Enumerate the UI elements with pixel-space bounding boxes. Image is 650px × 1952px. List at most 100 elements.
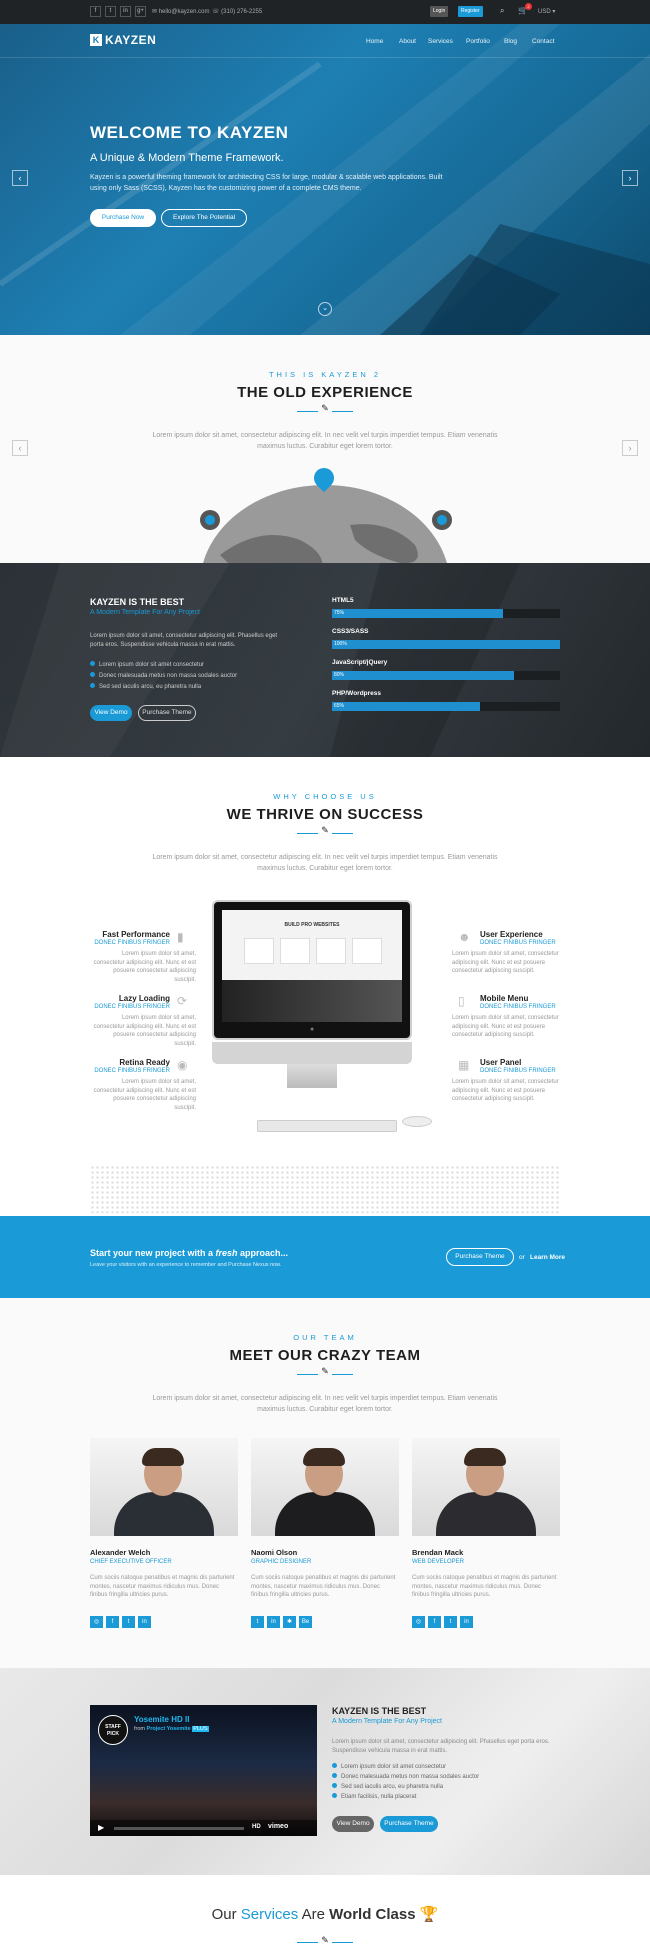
video-player[interactable]: STAFF PICK Yosemite HD II from Project Y…: [90, 1705, 317, 1836]
social-button[interactable]: in: [460, 1616, 473, 1628]
social-button[interactable]: ✱: [283, 1616, 296, 1628]
skill-bar-track: 100%: [332, 640, 560, 649]
nav-link-blog[interactable]: Blog: [504, 38, 517, 45]
vimeo-logo[interactable]: vimeo: [268, 1823, 288, 1830]
slider-next-arrow[interactable]: ›: [622, 440, 638, 456]
video-list-item: Sed sed iaculis arcu, eu pharetra nulla: [332, 1783, 562, 1790]
social-button[interactable]: f: [106, 1616, 119, 1628]
facebook-icon[interactable]: f: [90, 6, 101, 17]
scroll-down-icon[interactable]: ⌄: [318, 302, 332, 316]
services-title: Our Services Are World Class 🏆: [211, 1906, 439, 1923]
view-demo-button[interactable]: View Demo: [90, 705, 132, 721]
nav-link-home[interactable]: Home: [366, 38, 383, 45]
cta-title: Start your new project with a fresh appr…: [90, 1248, 289, 1258]
google-plus-icon[interactable]: g+: [135, 6, 146, 17]
social-button[interactable]: Be: [299, 1616, 312, 1628]
check-icon: [332, 1783, 337, 1788]
imac-chin: [212, 1042, 412, 1064]
check-icon: [332, 1793, 337, 1798]
hero-subtitle: A Unique & Modern Theme Framework.: [90, 152, 284, 164]
video-purchase-button[interactable]: Purchase Theme: [380, 1816, 438, 1832]
social-button[interactable]: in: [138, 1616, 151, 1628]
video-author[interactable]: Project Yosemite: [147, 1726, 191, 1732]
nav-link-about[interactable]: About: [399, 38, 416, 45]
cta-purchase-button[interactable]: Purchase Theme: [446, 1248, 514, 1266]
skills-background-art: [0, 563, 520, 757]
feature-text: Lorem ipsum dolor sit amet, consectetur …: [452, 1079, 559, 1102]
search-icon[interactable]: ⌕: [500, 6, 504, 16]
social-button[interactable]: in: [267, 1616, 280, 1628]
cta-title-emphasis: fresh: [215, 1248, 238, 1258]
login-button[interactable]: Login: [430, 6, 449, 17]
social-button[interactable]: t: [122, 1616, 135, 1628]
staff-pick-badge: STAFF PICK: [98, 1715, 128, 1745]
nav-link-portfolio[interactable]: Portfolio: [466, 38, 490, 45]
currency-value: USD: [538, 9, 551, 15]
play-icon[interactable]: ▶: [98, 1823, 104, 1832]
logo-text[interactable]: KAYZEN: [105, 33, 156, 47]
keyboard-graphic: [257, 1120, 397, 1132]
feature-text: Lorem ipsum dolor sit amet, consectetur …: [452, 951, 559, 974]
old-experience-lead: Lorem ipsum dolor sit amet, consectetur …: [152, 432, 498, 450]
best-subtitle: A Modern Template For Any Project: [90, 609, 200, 616]
phone-text: ☏ (310) 276-2255: [212, 9, 263, 15]
video-view-demo-button[interactable]: View Demo: [332, 1816, 374, 1832]
video-list-text: Lorem ipsum dolor sit amet consectetur: [341, 1764, 447, 1770]
nav-link-contact[interactable]: Contact: [532, 38, 554, 45]
member-photo: [90, 1438, 238, 1536]
feature-subtitle: DONEC FINIBUS FRINGER: [94, 940, 170, 946]
feature-title: Mobile Menu: [480, 994, 529, 1003]
social-button[interactable]: ◎: [90, 1616, 103, 1628]
pen-icon: ✎: [318, 825, 332, 836]
eye-icon: ◉: [177, 1058, 188, 1072]
pen-icon: ✎: [318, 1366, 332, 1377]
social-button[interactable]: ◎: [412, 1616, 425, 1628]
skill-percent: 80%: [334, 672, 345, 678]
member-body: [114, 1492, 214, 1536]
register-button[interactable]: Register: [458, 6, 483, 17]
purchase-theme-button[interactable]: Purchase Theme: [138, 705, 196, 721]
why-choose-section: WHY CHOOSE US WE THRIVE ON SUCCESS ✎ Lor…: [0, 757, 650, 1216]
video-title[interactable]: Yosemite HD II: [134, 1715, 189, 1724]
slider-prev-arrow[interactable]: ‹: [12, 440, 28, 456]
video-list-item: Donec malesuada metus non massa sodales …: [332, 1773, 562, 1780]
phone-number: (310) 276-2255: [221, 9, 263, 15]
video-progress-bar[interactable]: [114, 1827, 244, 1830]
hd-label[interactable]: HD: [252, 1824, 261, 1830]
skill-bar-track: 75%: [332, 609, 560, 618]
twitter-icon[interactable]: t: [105, 6, 116, 17]
apple-logo-icon: ●: [310, 1026, 315, 1033]
skill-bar-fill: 75%: [332, 609, 503, 618]
feature-text: Lorem ipsum dolor sit amet, consectetur …: [93, 1079, 196, 1111]
hero-prev-arrow[interactable]: ‹: [12, 170, 28, 186]
trophy-icon: 🏆: [419, 1906, 439, 1923]
pen-icon: ✎: [318, 1935, 332, 1946]
mobile-icon: ▯: [458, 994, 465, 1008]
purchase-now-button[interactable]: Purchase Now: [90, 209, 156, 227]
feature-title: Retina Ready: [119, 1058, 170, 1067]
best-list: Lorem ipsum dolor sit amet consectetur Do…: [90, 661, 310, 694]
feature-title: User Experience: [480, 930, 543, 939]
world-dot-map: [90, 1165, 560, 1213]
old-experience-title: THE OLD EXPERIENCE: [237, 384, 413, 401]
grid-icon: ▦: [458, 1058, 470, 1072]
linkedin-icon[interactable]: in: [120, 6, 131, 17]
skill-bar-fill: 100%: [332, 640, 560, 649]
skill-bar-track: 65%: [332, 702, 560, 711]
learn-more-link[interactable]: Learn More: [530, 1254, 565, 1261]
nav-link-services[interactable]: Services: [428, 38, 453, 45]
hero-next-arrow[interactable]: ›: [622, 170, 638, 186]
feature-title: User Panel: [480, 1058, 522, 1067]
social-button[interactable]: f: [428, 1616, 441, 1628]
social-button[interactable]: t: [251, 1616, 264, 1628]
feature-subtitle: DONEC FINIBUS FRINGER: [94, 1004, 170, 1010]
skill-percent: 100%: [334, 641, 347, 647]
email-text: hello@kayzen.com: [158, 9, 210, 15]
skill-label: HTML5: [332, 597, 354, 604]
email-link[interactable]: ✉ hello@kayzen.com: [152, 8, 209, 15]
video-list-item: Etiam facilisis, nulla placerat: [332, 1793, 562, 1800]
social-button[interactable]: t: [444, 1616, 457, 1628]
currency-select[interactable]: USD ▾: [538, 8, 555, 15]
explore-button[interactable]: Explore The Potential: [161, 209, 247, 227]
hero-section: K KAYZEN Home About Services Portfolio Blog C…: [0, 24, 650, 335]
